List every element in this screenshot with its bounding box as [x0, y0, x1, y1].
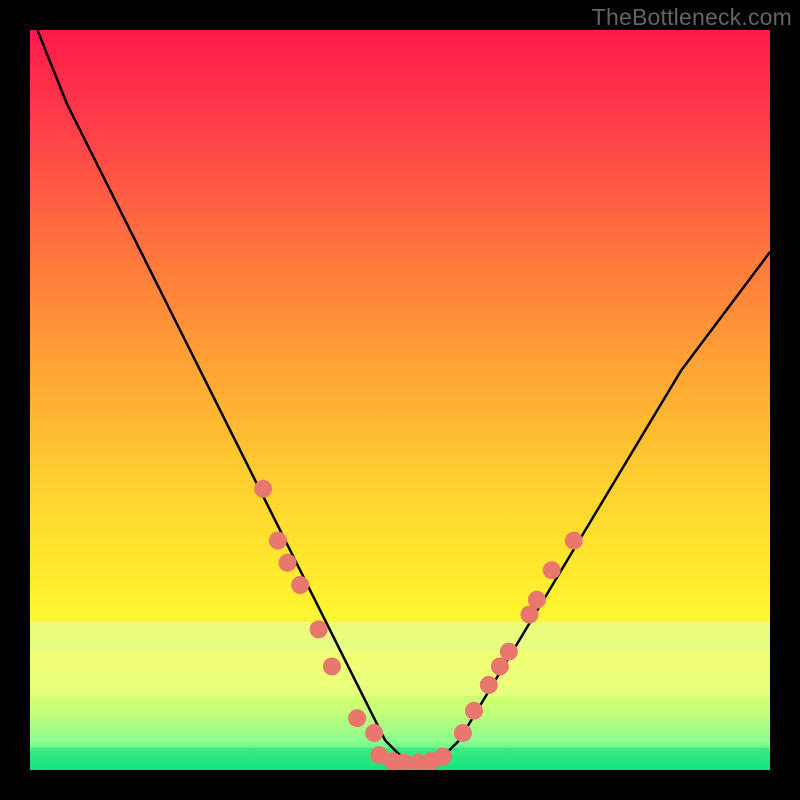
- scatter-dot: [543, 561, 561, 579]
- scatter-dot: [365, 724, 383, 742]
- yellow-band: [30, 652, 770, 696]
- scatter-dot: [480, 676, 498, 694]
- scatter-dot: [269, 532, 287, 550]
- color-bands: [30, 622, 770, 770]
- scatter-dot: [279, 554, 297, 572]
- chart-area: [30, 30, 770, 770]
- scatter-dot: [348, 709, 366, 727]
- outer-frame: TheBottleneck.com: [0, 0, 800, 800]
- scatter-dot: [310, 620, 328, 638]
- scatter-dot: [565, 532, 583, 550]
- scatter-dot: [254, 480, 272, 498]
- scatter-dot: [291, 576, 309, 594]
- scatter-dot: [454, 724, 472, 742]
- scatter-dot: [434, 748, 452, 766]
- scatter-dot: [500, 643, 518, 661]
- scatter-dot: [323, 657, 341, 675]
- watermark-label: TheBottleneck.com: [592, 4, 792, 31]
- scatter-dot: [465, 702, 483, 720]
- cyan-band: [30, 622, 770, 652]
- scatter-dot: [528, 591, 546, 609]
- chart-svg: [30, 30, 770, 770]
